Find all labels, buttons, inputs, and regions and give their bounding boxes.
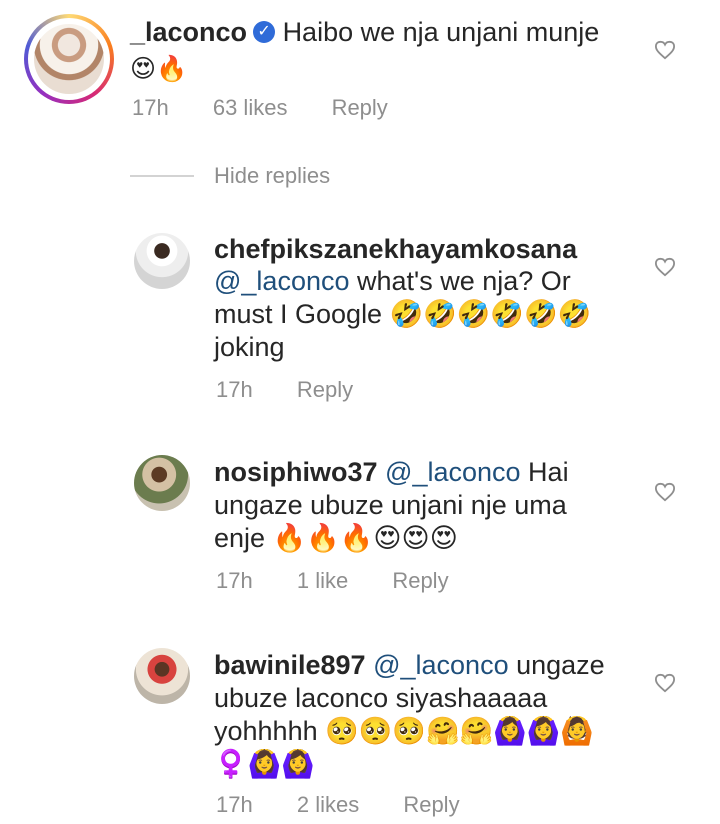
reply-text-line4: ♀️🙆‍♀️🙆‍♀️ (214, 749, 315, 779)
mention-link[interactable]: @_laconco (385, 457, 521, 487)
reply-text-line1: bawinile897 @_laconco ungaze (214, 648, 644, 682)
avatar-border (28, 18, 110, 100)
heart-icon[interactable] (654, 257, 676, 277)
reply-text: Hai (520, 457, 569, 487)
reply-body: chefpikszanekhayamkosana (214, 232, 644, 266)
reply-button[interactable]: Reply (332, 94, 388, 122)
comment-username[interactable]: _laconco (130, 17, 247, 47)
reply-text-line3: yohhhhh 🥺🥺🥺🤗🤗🙆‍♀️🙆‍♀️🙆 (214, 716, 595, 746)
hide-replies-button[interactable]: Hide replies (214, 162, 330, 190)
reply-text-line1: @_laconco what's we nja? Or (214, 264, 644, 298)
reply-text-line2: ubuze laconco siyashaaaaa (214, 683, 548, 713)
reply-time: 17h (216, 377, 253, 402)
story-ring-avatar[interactable] (24, 14, 114, 104)
reply-text-line2: ungaze ubuze unjani nje uma (214, 490, 567, 520)
avatar[interactable] (134, 455, 190, 511)
comment-body: _laconco ✓ Haibo we nja unjani munje (130, 15, 630, 49)
reply-button[interactable]: Reply (297, 376, 353, 404)
avatar[interactable] (134, 648, 190, 704)
comment-meta: 17h 63 likes Reply (132, 94, 388, 122)
reply-username[interactable]: bawinile897 (214, 650, 366, 680)
reply-text: what's we nja? Or (349, 266, 571, 296)
avatar (34, 24, 104, 94)
mention-link[interactable]: @_laconco (373, 650, 509, 680)
reply-meta: 17h Reply (216, 376, 353, 404)
reply-button[interactable]: Reply (403, 791, 459, 819)
avatar[interactable] (134, 233, 190, 289)
reply-text-line2: must I Google 🤣🤣🤣🤣🤣🤣 (214, 299, 592, 329)
reply-username[interactable]: chefpikszanekhayamkosana (214, 234, 577, 264)
reply-time: 17h (216, 792, 253, 817)
heart-icon[interactable] (654, 40, 676, 60)
reply-likes[interactable]: 1 like (297, 567, 348, 595)
reply-text-line3: enje 🔥🔥🔥😍😍😍 (214, 523, 458, 553)
reply-time: 17h (216, 568, 253, 593)
reply-meta: 17h 1 like Reply (216, 567, 449, 595)
reply-meta: 17h 2 likes Reply (216, 791, 460, 819)
reply-button[interactable]: Reply (392, 567, 448, 595)
verified-icon: ✓ (253, 20, 276, 43)
comment-text-line1: Haibo we nja unjani munje (282, 17, 600, 47)
reply-likes[interactable]: 2 likes (297, 791, 359, 819)
reply-text-line1: nosiphiwo37 @_laconco Hai (214, 455, 644, 489)
reply-username[interactable]: nosiphiwo37 (214, 457, 378, 487)
mention-link[interactable]: @_laconco (214, 266, 350, 296)
comment-time: 17h (132, 95, 169, 120)
comment-likes[interactable]: 63 likes (213, 94, 288, 122)
heart-icon[interactable] (654, 673, 676, 693)
reply-text-line3: joking (214, 332, 285, 362)
replies-divider (130, 175, 194, 177)
comment-text-line2: 😍🔥 (130, 54, 188, 83)
heart-icon[interactable] (654, 482, 676, 502)
reply-text: ungaze (508, 650, 605, 680)
